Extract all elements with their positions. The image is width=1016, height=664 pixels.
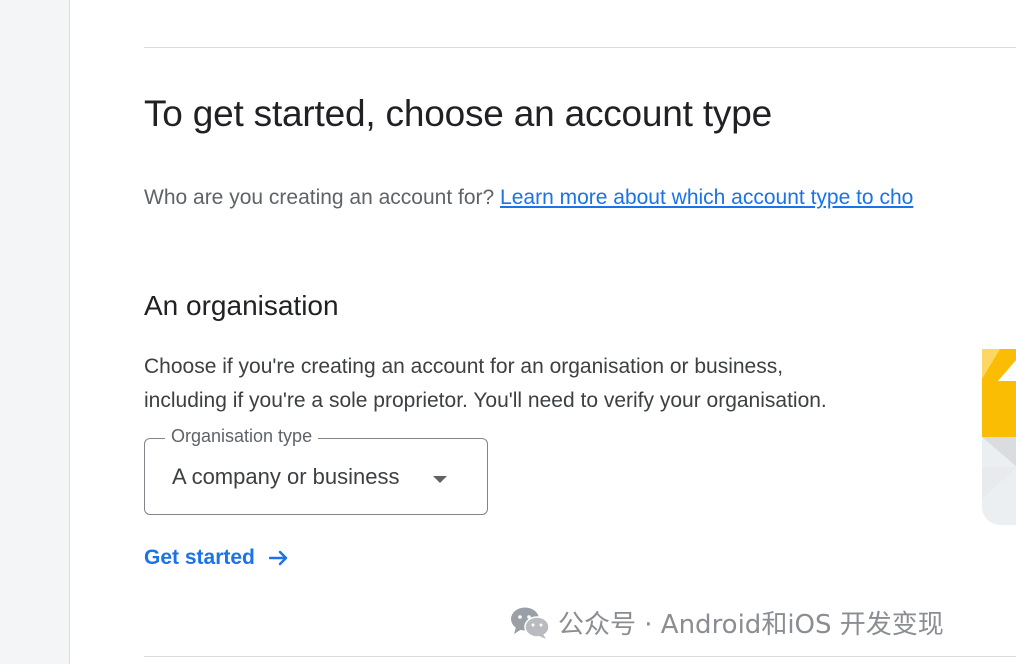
dropdown-arrow-icon [433,476,447,483]
question-text: Who are you creating an account for? [144,186,495,209]
watermark-text: 公众号 · Android和iOS 开发变现 [558,610,944,640]
organisation-type-select[interactable]: Organisation type A company or business [144,426,488,515]
field-label: Organisation type [165,426,319,447]
page-title: To get started, choose an account type [144,93,772,134]
description-line-2: including if you're a sole proprietor. Y… [144,389,827,412]
get-started-label: Get started [144,546,255,569]
content-card: To get started, choose an account type W… [69,0,1016,664]
wechat-icon [511,607,550,639]
learn-more-link[interactable]: Learn more about which account type to c… [500,186,913,209]
field-value: A company or business [172,464,400,489]
bottom-divider [144,656,1016,657]
section-description: Choose if you're creating an account for… [144,350,944,418]
top-divider [144,47,1016,48]
organisation-illustration [982,349,1016,525]
section-title: An organisation [144,290,339,321]
get-started-button[interactable]: Get started [144,546,289,570]
account-question: Who are you creating an account for? Lea… [144,186,1016,210]
arrow-right-icon [268,550,288,566]
watermark: 公众号 · Android和iOS 开发变现 [510,604,944,641]
description-line-1: Choose if you're creating an account for… [144,355,784,378]
